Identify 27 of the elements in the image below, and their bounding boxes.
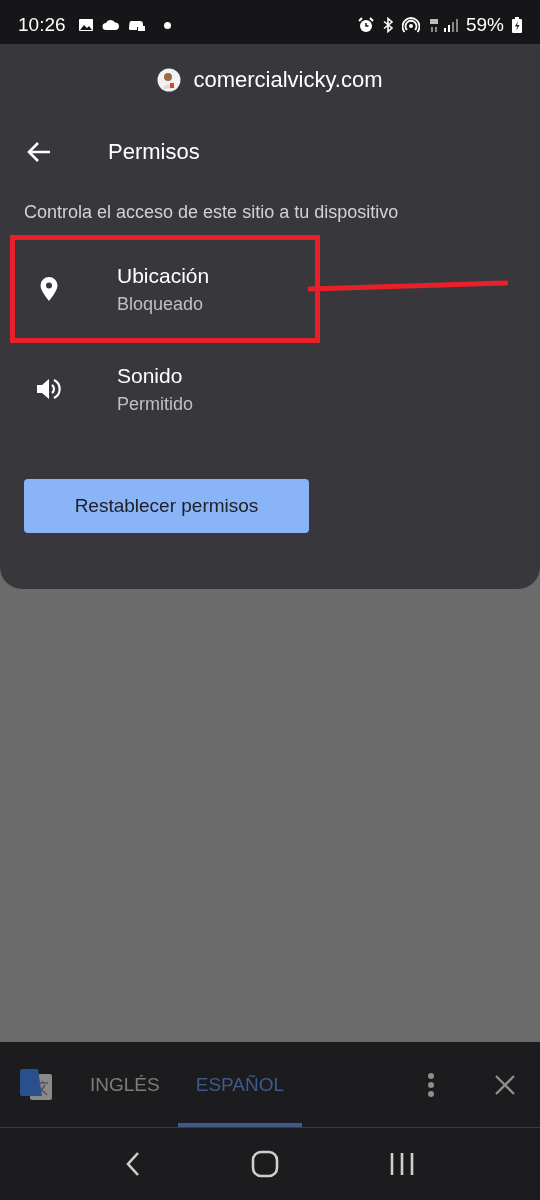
- hotspot-icon: [401, 17, 420, 33]
- signal-icon: [427, 17, 458, 33]
- permission-status: Permitido: [117, 393, 194, 415]
- permission-name: Ubicación: [117, 263, 210, 288]
- back-nav-icon[interactable]: [125, 1151, 141, 1177]
- bluetooth-icon: [381, 17, 394, 33]
- battery-percentage: 59%: [465, 14, 504, 36]
- permission-name: Sonido: [117, 363, 184, 388]
- description-text: Controla el acceso de este sitio a tu dispositivo: [24, 202, 400, 223]
- page-title: Permisos: [108, 139, 200, 165]
- reset-permissions-button[interactable]: Restablecer permisos: [24, 479, 309, 533]
- battery-charging-icon: [512, 17, 522, 33]
- status-time: 10:26: [18, 14, 66, 36]
- site-domain: comercialvicky.com: [193, 67, 383, 93]
- close-icon[interactable]: [494, 1073, 516, 1096]
- translate-logo-icon: [18, 1067, 54, 1102]
- cloud-icon: [101, 19, 120, 31]
- recent-apps-icon[interactable]: [389, 1151, 415, 1177]
- permission-status: Bloqueado: [117, 293, 205, 315]
- speaker-icon: [35, 377, 63, 401]
- alarm-icon: [357, 17, 374, 33]
- site-favicon-icon: [157, 68, 182, 92]
- home-nav-icon[interactable]: [251, 1150, 279, 1178]
- language-tab[interactable]: INGLÉS: [72, 1042, 178, 1127]
- notification-dot-icon: [163, 21, 171, 29]
- gallery-icon: [77, 18, 94, 32]
- permission-item[interactable]: Ubicación Bloqueado: [10, 235, 320, 343]
